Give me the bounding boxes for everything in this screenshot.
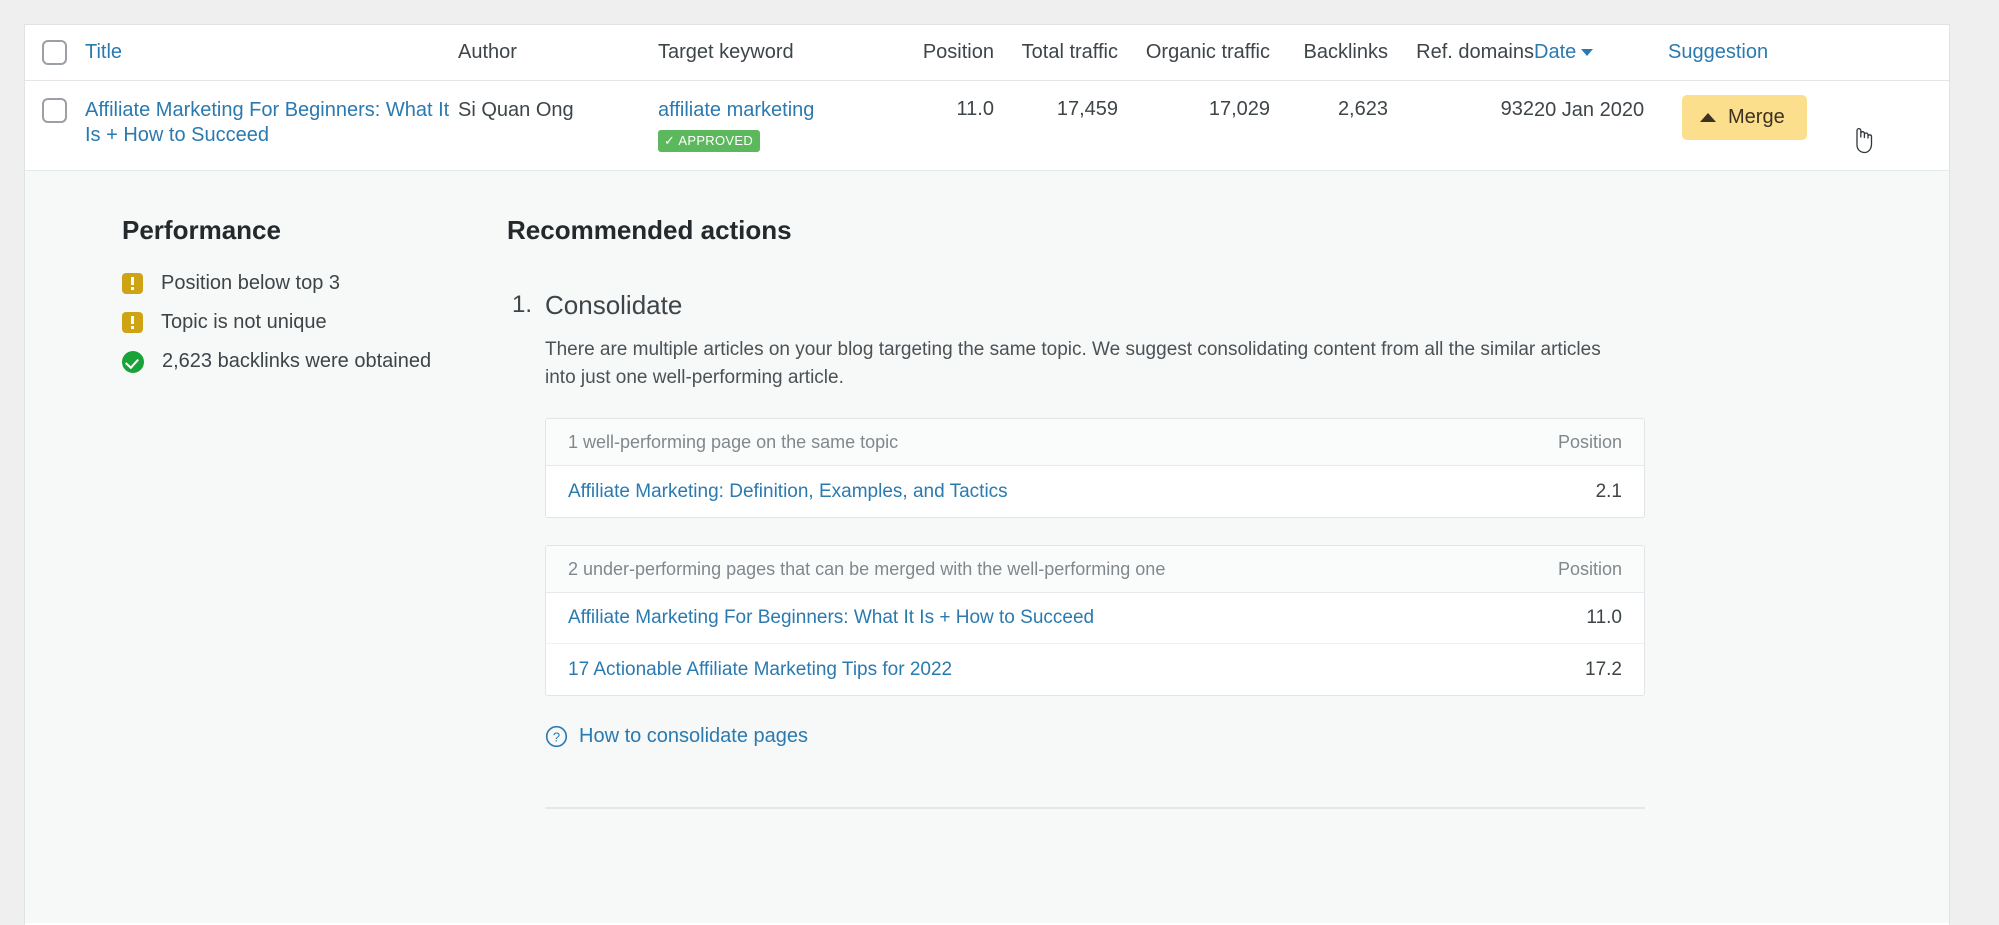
- recommended-actions-section: Recommended actions 1. Consolidate There…: [505, 215, 1949, 923]
- mini-table-row: 17 Actionable Affiliate Marketing Tips f…: [546, 644, 1644, 695]
- mini-table-header-label: 1 well-performing page on the same topic: [568, 432, 1558, 453]
- performance-item-label: Topic is not unique: [161, 311, 327, 334]
- performance-item-label: 2,623 backlinks were obtained: [162, 350, 431, 373]
- mini-table-row-position: 2.1: [1596, 481, 1622, 503]
- row-checkbox[interactable]: [42, 98, 67, 123]
- merge-button-label: Merge: [1728, 106, 1785, 129]
- question-circle-icon: ?: [545, 725, 568, 748]
- row-select-cell: [25, 98, 83, 123]
- action-description: There are multiple articles on your blog…: [545, 336, 1635, 392]
- warning-icon: [122, 312, 143, 333]
- row-keyword-cell: affiliate marketing ✓ APPROVED: [658, 98, 888, 152]
- select-all-cell: [25, 40, 83, 65]
- mini-table-row-link[interactable]: Affiliate Marketing For Beginners: What …: [568, 607, 1586, 629]
- row-title-cell: Affiliate Marketing For Beginners: What …: [83, 98, 458, 148]
- mini-table-row: Affiliate Marketing For Beginners: What …: [546, 593, 1644, 644]
- mini-table-row-position: 17.2: [1585, 659, 1622, 681]
- sort-descending-icon: [1581, 49, 1593, 56]
- row-title-link[interactable]: Affiliate Marketing For Beginners: What …: [85, 99, 449, 146]
- column-header-title[interactable]: Title: [83, 41, 458, 64]
- under-performing-pages-table: 2 under-performing pages that can be mer…: [545, 545, 1645, 696]
- column-header-backlinks[interactable]: Backlinks: [1270, 41, 1388, 64]
- row-ref-domains: 932: [1388, 98, 1534, 121]
- recommended-actions-heading: Recommended actions: [507, 215, 1949, 246]
- performance-item: 2,623 backlinks were obtained: [122, 350, 505, 373]
- check-circle-icon: [122, 351, 144, 373]
- how-to-consolidate-label: How to consolidate pages: [579, 725, 808, 748]
- performance-section: Performance Position below top 3 Topic i…: [25, 215, 505, 923]
- content-table-panel: Title Author Target keyword Position Tot…: [24, 24, 1950, 925]
- performance-item: Position below top 3: [122, 272, 505, 295]
- action-item: 1. Consolidate There are multiple articl…: [507, 290, 1949, 809]
- row-total-traffic: 17,459: [994, 98, 1118, 121]
- screen: Title Author Target keyword Position Tot…: [0, 0, 1999, 925]
- column-header-position[interactable]: Position: [888, 41, 994, 64]
- row-detail-panel: Performance Position below top 3 Topic i…: [25, 171, 1949, 923]
- row-keyword-link[interactable]: affiliate marketing: [658, 99, 814, 121]
- approved-badge: ✓ APPROVED: [658, 130, 760, 152]
- action-title: Consolidate: [545, 290, 1635, 320]
- row-suggestion-cell: Merge: [1668, 98, 1848, 140]
- action-number: 1.: [507, 290, 545, 809]
- row-position: 11.0: [888, 98, 994, 121]
- column-header-total-traffic[interactable]: Total traffic: [994, 41, 1118, 64]
- mini-table-header: 1 well-performing page on the same topic…: [546, 419, 1644, 466]
- column-header-date-label: Date: [1534, 41, 1576, 63]
- column-header-suggestion[interactable]: Suggestion: [1668, 41, 1848, 64]
- mini-table-header-position: Position: [1558, 432, 1622, 453]
- mini-table-row-link[interactable]: Affiliate Marketing: Definition, Example…: [568, 481, 1596, 503]
- mini-table-row-position: 11.0: [1586, 607, 1622, 629]
- column-header-organic-traffic[interactable]: Organic traffic: [1118, 41, 1270, 64]
- merge-button[interactable]: Merge: [1682, 95, 1807, 140]
- column-header-ref-domains[interactable]: Ref. domains: [1388, 41, 1534, 64]
- mini-table-row-link[interactable]: 17 Actionable Affiliate Marketing Tips f…: [568, 659, 1585, 681]
- svg-text:?: ?: [553, 729, 560, 744]
- column-header-target-keyword[interactable]: Target keyword: [658, 41, 888, 64]
- well-performing-pages-table: 1 well-performing page on the same topic…: [545, 418, 1645, 518]
- action-body: Consolidate There are multiple articles …: [545, 290, 1635, 809]
- mini-table-row: Affiliate Marketing: Definition, Example…: [546, 466, 1644, 517]
- row-backlinks: 2,623: [1270, 98, 1388, 121]
- mini-table-header: 2 under-performing pages that can be mer…: [546, 546, 1644, 593]
- performance-item-label: Position below top 3: [161, 272, 340, 295]
- chevron-up-icon: [1700, 113, 1716, 122]
- performance-item: Topic is not unique: [122, 311, 505, 334]
- mini-table-header-position: Position: [1558, 559, 1622, 580]
- warning-icon: [122, 273, 143, 294]
- select-all-checkbox[interactable]: [42, 40, 67, 65]
- how-to-consolidate-link[interactable]: ? How to consolidate pages: [545, 725, 808, 748]
- performance-heading: Performance: [122, 215, 505, 246]
- column-header-author[interactable]: Author: [458, 41, 658, 64]
- row-author: Si Quan Ong: [458, 98, 658, 123]
- row-organic-traffic: 17,029: [1118, 98, 1270, 121]
- table-row: Affiliate Marketing For Beginners: What …: [25, 81, 1949, 171]
- table-header-row: Title Author Target keyword Position Tot…: [25, 25, 1949, 81]
- mini-table-header-label: 2 under-performing pages that can be mer…: [568, 559, 1558, 580]
- column-header-date[interactable]: Date: [1534, 41, 1668, 64]
- action-divider: [545, 807, 1645, 809]
- row-date: 20 Jan 2020: [1534, 98, 1668, 123]
